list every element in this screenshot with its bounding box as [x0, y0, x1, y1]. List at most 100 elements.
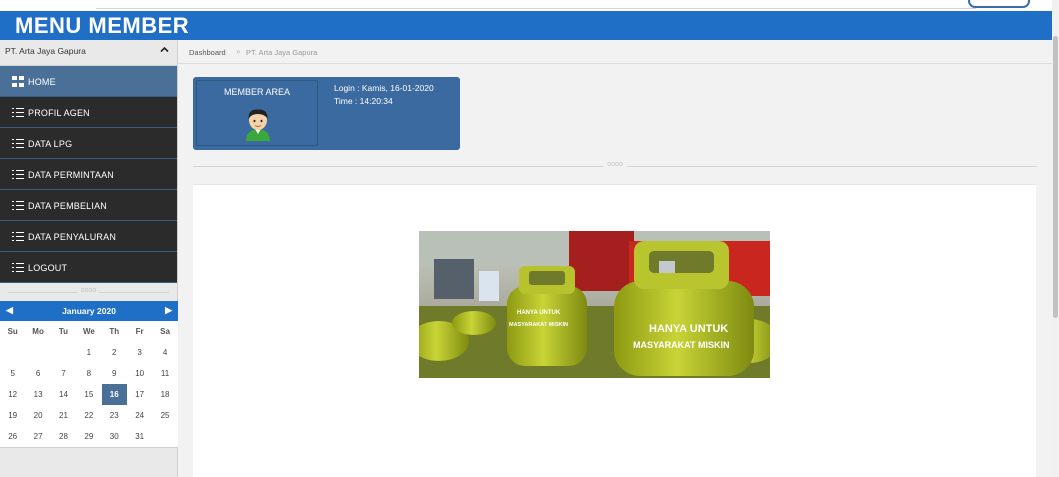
- calendar-day[interactable]: 11: [152, 363, 177, 384]
- user-avatar-icon: [246, 109, 270, 141]
- calendar-day[interactable]: 28: [51, 426, 76, 447]
- list-icon: [12, 107, 24, 118]
- sidebar-item-label: LOGOUT: [28, 263, 68, 273]
- breadcrumb-dashboard-link[interactable]: Dashboard: [189, 48, 226, 57]
- weekday-label: Tu: [58, 327, 69, 336]
- sidebar-item-profil-agen[interactable]: PROFIL AGEN: [0, 97, 177, 128]
- breadcrumb-current: PT. Arta Jaya Gapura: [246, 48, 318, 57]
- weekday-label: Fr: [135, 327, 144, 336]
- breadcrumb-separator: »: [236, 47, 241, 56]
- sidebar-item-data-permintaan[interactable]: DATA PERMINTAAN: [0, 159, 177, 190]
- list-icon: [12, 200, 24, 211]
- calendar-week: 12 13 14 15 16 17 18: [0, 384, 178, 405]
- lpg-banner-image: HANYA UNTUK MASYARAKAT MISKIN HANYA UNTU…: [419, 231, 770, 378]
- chevron-right-icon[interactable]: ▶: [165, 305, 172, 316]
- calendar-day[interactable]: 15: [76, 384, 101, 405]
- calendar-day[interactable]: 2: [102, 342, 127, 363]
- divider-ornament: oooo: [77, 287, 100, 294]
- top-pill-button[interactable]: [968, 0, 1030, 8]
- calendar-day[interactable]: 21: [51, 405, 76, 426]
- login-time: Time : 14:20:34: [334, 96, 393, 106]
- browser-top-strip: [0, 0, 1059, 11]
- sidebar-item-data-pembelian[interactable]: DATA PEMBELIAN: [0, 190, 177, 221]
- calendar-weekdays: Su Mo Tu We Th Fr Sa: [0, 321, 178, 342]
- divider-ornament: oooo: [603, 161, 627, 168]
- calendar-day[interactable]: 1: [76, 342, 101, 363]
- calendar-day[interactable]: 10: [127, 363, 152, 384]
- calendar-day[interactable]: 9: [102, 363, 127, 384]
- company-name: PT. Arta Jaya Gapura: [5, 46, 86, 56]
- company-selector[interactable]: PT. Arta Jaya Gapura: [0, 40, 177, 66]
- main-divider: oooo: [193, 161, 1037, 168]
- sidebar-item-home[interactable]: HOME: [0, 66, 177, 97]
- calendar-week: 19 20 21 22 23 24 25: [0, 405, 178, 426]
- sidebar-divider: oooo: [0, 283, 177, 301]
- calendar-day[interactable]: 31: [127, 426, 152, 447]
- calendar-day[interactable]: 8: [76, 363, 101, 384]
- list-icon: [12, 231, 24, 242]
- sidebar-item-label: PROFIL AGEN: [28, 108, 90, 118]
- calendar-day[interactable]: 18: [152, 384, 177, 405]
- calendar-day[interactable]: 20: [25, 405, 50, 426]
- calendar-day[interactable]: 13: [25, 384, 50, 405]
- banner-text-small-2: MASYARAKAT MISKIN: [509, 322, 568, 328]
- calendar-day[interactable]: 29: [76, 426, 101, 447]
- calendar-header: ◀ January 2020 ▶: [0, 301, 178, 321]
- member-area-box[interactable]: MEMBER AREA: [196, 80, 318, 146]
- calendar-day[interactable]: 5: [0, 363, 25, 384]
- calendar-day: [25, 342, 50, 363]
- main-area: Dashboard » PT. Arta Jaya Gapura MEMBER …: [178, 40, 1052, 477]
- member-card: MEMBER AREA Login : Kamis, 16-01-2020 Ti…: [193, 77, 460, 150]
- sidebar-item-data-penyaluran[interactable]: DATA PENYALURAN: [0, 221, 177, 252]
- calendar-day[interactable]: 30: [102, 426, 127, 447]
- sidebar-item-label: DATA PENYALURAN: [28, 232, 117, 242]
- calendar-day[interactable]: 22: [76, 405, 101, 426]
- sidebar-item-logout[interactable]: LOGOUT: [0, 252, 177, 283]
- breadcrumb: Dashboard » PT. Arta Jaya Gapura: [178, 40, 1052, 64]
- calendar-day[interactable]: 6: [25, 363, 50, 384]
- calendar-day[interactable]: 19: [0, 405, 25, 426]
- calendar-days: 1 2 3 4 5 6 7 8 9 10 11 12 13 14 15 16 17 18 19 20 21 22 23 24 2…: [0, 342, 178, 447]
- list-icon: [12, 262, 24, 273]
- chevron-up-icon[interactable]: [160, 45, 169, 56]
- sidebar: PT. Arta Jaya Gapura HOME PROFIL AGEN DA…: [0, 40, 178, 477]
- calendar-day[interactable]: 25: [152, 405, 177, 426]
- weekday-label: Mo: [32, 327, 44, 336]
- calendar-day: [0, 342, 25, 363]
- weekday-label: We: [82, 327, 95, 336]
- calendar-month: January 2020: [62, 306, 116, 316]
- member-area-label: MEMBER AREA: [223, 87, 290, 97]
- calendar-day[interactable]: 27: [25, 426, 50, 447]
- calendar-day[interactable]: 17: [127, 384, 152, 405]
- calendar-day[interactable]: 4: [152, 342, 177, 363]
- calendar-day[interactable]: 14: [51, 384, 76, 405]
- sidebar-item-data-lpg[interactable]: DATA LPG: [0, 128, 177, 159]
- grid-icon: [12, 76, 24, 87]
- calendar-week: 26 27 28 29 30 31: [0, 426, 178, 447]
- calendar-week: 1234: [0, 342, 178, 363]
- login-date: Login : Kamis, 16-01-2020: [334, 83, 434, 93]
- weekday-label: Th: [109, 327, 120, 336]
- calendar-day: [152, 426, 177, 447]
- calendar-day[interactable]: 24: [127, 405, 152, 426]
- calendar-day[interactable]: 26: [0, 426, 25, 447]
- calendar-day[interactable]: 23: [102, 405, 127, 426]
- banner-text-large-2: MASYARAKAT MISKIN: [633, 340, 730, 350]
- calendar-day[interactable]: 12: [0, 384, 25, 405]
- calendar-day-today[interactable]: 16: [101, 384, 127, 405]
- calendar-day[interactable]: 3: [127, 342, 152, 363]
- sidebar-item-label: DATA LPG: [28, 139, 73, 149]
- scrollbar-thumb[interactable]: [1053, 36, 1058, 318]
- app-header: MENU MEMBER: [0, 11, 1052, 40]
- weekday-label: Su: [7, 327, 18, 336]
- sidebar-item-label: DATA PERMINTAAN: [28, 170, 115, 180]
- content-panel: HANYA UNTUK MASYARAKAT MISKIN HANYA UNTU…: [193, 184, 1036, 477]
- calendar-day[interactable]: 7: [51, 363, 76, 384]
- calendar-day: [51, 342, 76, 363]
- app-title: MENU MEMBER: [15, 13, 190, 38]
- calendar-widget: ◀ January 2020 ▶ Su Mo Tu We Th Fr Sa 12…: [0, 301, 178, 448]
- page-scrollbar[interactable]: [1052, 0, 1059, 477]
- sidebar-item-label: HOME: [28, 77, 56, 87]
- list-icon: [12, 169, 24, 180]
- sidebar-menu: HOME PROFIL AGEN DATA LPG DATA PERMINTAA…: [0, 66, 177, 283]
